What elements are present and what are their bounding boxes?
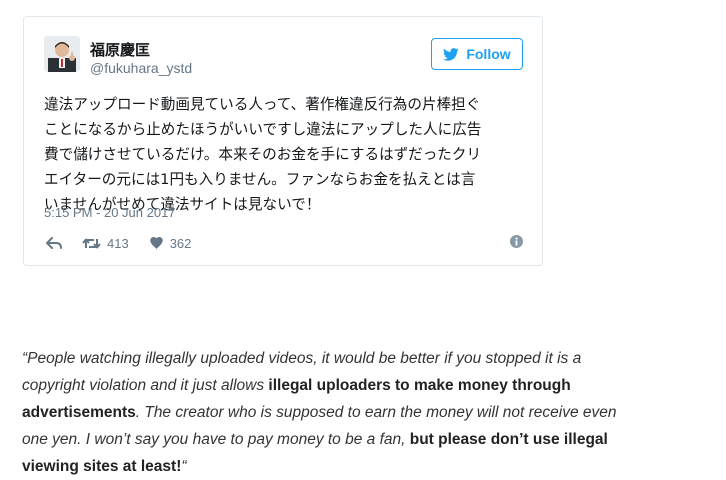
- reply-icon: [46, 236, 62, 249]
- quote-text: “People watching illegally uploaded vide…: [22, 350, 582, 367]
- avatar-image: [44, 36, 80, 72]
- retweet-count: 413: [107, 235, 129, 251]
- quote-line: advertisements. The creator who is suppo…: [22, 399, 712, 426]
- retweet-button[interactable]: 413: [82, 236, 129, 251]
- tweet-text-line: 違法アップロード動画見ている人って、著作権違反行為の片棒担ぐ: [44, 96, 481, 113]
- quote-text: “: [181, 458, 187, 475]
- quote-line: copyright violation and it just allows i…: [22, 372, 712, 399]
- follow-label: Follow: [466, 46, 511, 62]
- info-icon[interactable]: [510, 235, 523, 248]
- quote-text: copyright violation and it just allows: [22, 377, 269, 394]
- translation-quote: “People watching illegally uploaded vide…: [22, 345, 712, 480]
- quote-emphasis: but please don’t use illegal: [409, 431, 608, 448]
- retweet-icon: [82, 238, 101, 248]
- avatar[interactable]: [44, 36, 80, 72]
- like-button[interactable]: 362: [149, 235, 192, 251]
- embedded-tweet: 福原慶匡 @fukuhara_ystd Follow 違法アップロード動画見てい…: [23, 16, 543, 266]
- follow-button[interactable]: Follow: [431, 38, 523, 70]
- quote-line: viewing sites at least!“: [22, 453, 712, 480]
- like-count: 362: [169, 235, 192, 251]
- tweet-actions: 413 362: [46, 233, 191, 253]
- heart-icon: [150, 236, 163, 250]
- quote-emphasis: advertisements: [22, 404, 136, 421]
- twitter-bird-icon: [443, 47, 459, 61]
- display-name[interactable]: 福原慶匡: [90, 39, 150, 60]
- reply-button[interactable]: [46, 236, 62, 250]
- tweet-text: 違法アップロード動画見ている人って、著作権違反行為の片棒担ぐ ことになるから止め…: [44, 92, 529, 217]
- tweet-text-line: 費で儲けさせているだけ。本来そのお金を手にするはずだったクリ: [44, 146, 482, 163]
- quote-emphasis: illegal uploaders to make money through: [268, 377, 571, 394]
- tweet-text-line: ことになるから止めたほうがいいですし違法にアップした人に広告: [44, 121, 482, 138]
- tweet-text-line: エイターの元には1円も入りません。ファンならお金を払えとは言: [44, 171, 476, 188]
- quote-line: one yen. I won’t say you have to pay mon…: [22, 426, 712, 453]
- user-handle[interactable]: @fukuhara_ystd: [90, 60, 192, 76]
- quote-line: “People watching illegally uploaded vide…: [22, 345, 712, 372]
- quote-emphasis: viewing sites at least!: [22, 458, 182, 475]
- quote-text: one yen. I won’t say you have to pay mon…: [22, 431, 410, 448]
- quote-text: . The creator who is supposed to earn th…: [135, 404, 617, 421]
- tweet-timestamp[interactable]: 5:15 PM - 20 Jun 2017: [44, 205, 176, 220]
